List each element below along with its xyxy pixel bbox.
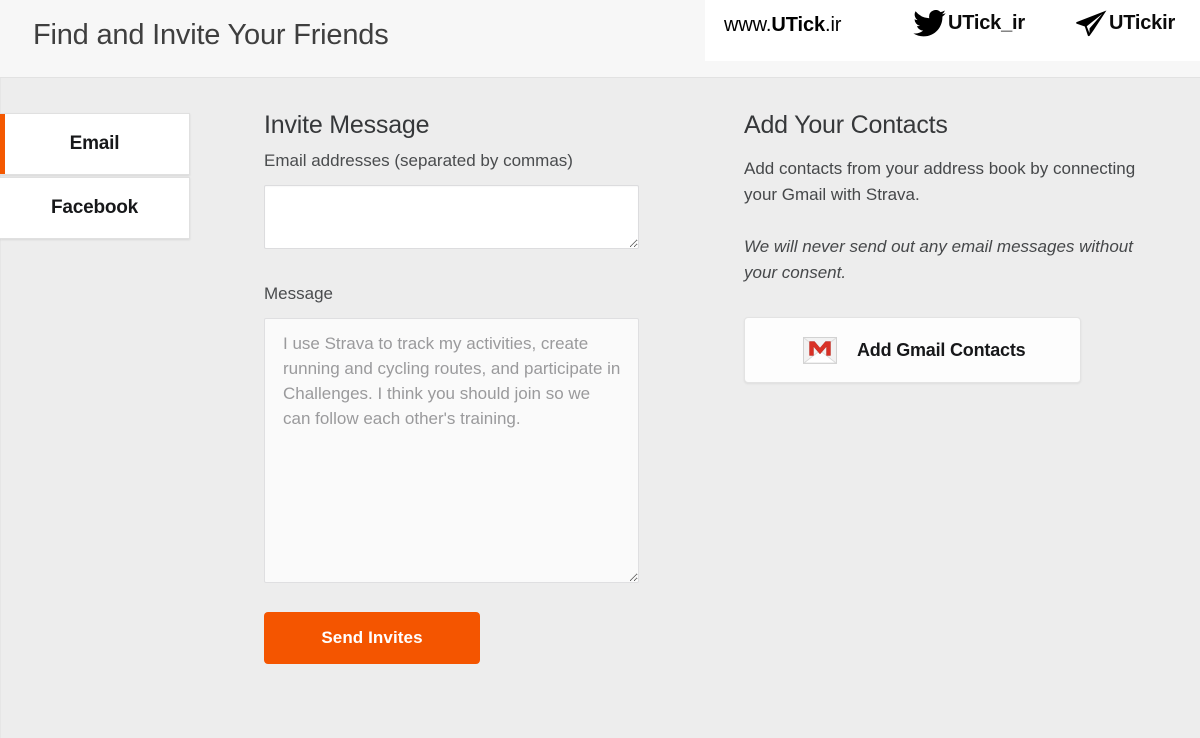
tab-facebook-label: Facebook (50, 197, 139, 218)
email-addresses-input[interactable] (264, 185, 639, 249)
twitter-bird-icon (913, 10, 946, 37)
page-title: Find and Invite Your Friends (33, 19, 389, 51)
add-gmail-contacts-label: Add Gmail Contacts (857, 339, 1026, 360)
brand-website-prefix: www. (724, 14, 772, 36)
brand-website-name: UTick (771, 14, 825, 36)
add-contacts-title: Add Your Contacts (744, 111, 948, 139)
invite-message-title: Invite Message (264, 111, 430, 139)
invite-message-section: Invite Message Email addresses (separate… (264, 108, 642, 664)
add-contacts-description: Add contacts from your address book by c… (744, 159, 1136, 204)
gmail-envelope-icon (803, 336, 837, 364)
invite-method-tabs: Email Facebook (0, 113, 190, 239)
tab-email-label: Email (69, 133, 120, 154)
telegram-plane-icon (1076, 10, 1107, 37)
brand-telegram: UTickir (1076, 10, 1175, 37)
brand-watermark-bar: www.UTick.ir UTick_ir UTickir (705, 0, 1200, 61)
brand-twitter: UTick_ir (913, 10, 1025, 37)
brand-website: www.UTick.ir (724, 14, 841, 37)
message-label: Message (264, 284, 333, 303)
tab-facebook[interactable]: Facebook (0, 177, 190, 239)
add-gmail-contacts-button[interactable]: Add Gmail Contacts (744, 317, 1081, 383)
send-invites-button[interactable]: Send Invites (264, 612, 480, 664)
page-root: Find and Invite Your Friends www.UTick.i… (0, 0, 1200, 738)
brand-website-tld: .ir (825, 14, 842, 36)
brand-twitter-handle: UTick_ir (948, 12, 1025, 34)
tab-email[interactable]: Email (0, 113, 190, 175)
add-contacts-disclaimer: We will never send out any email message… (744, 237, 1133, 282)
brand-telegram-handle: UTickir (1109, 12, 1176, 34)
email-addresses-label: Email addresses (separated by commas) (264, 151, 573, 170)
message-input[interactable] (264, 318, 639, 583)
add-contacts-section: Add Your Contacts Add contacts from your… (744, 108, 1164, 383)
